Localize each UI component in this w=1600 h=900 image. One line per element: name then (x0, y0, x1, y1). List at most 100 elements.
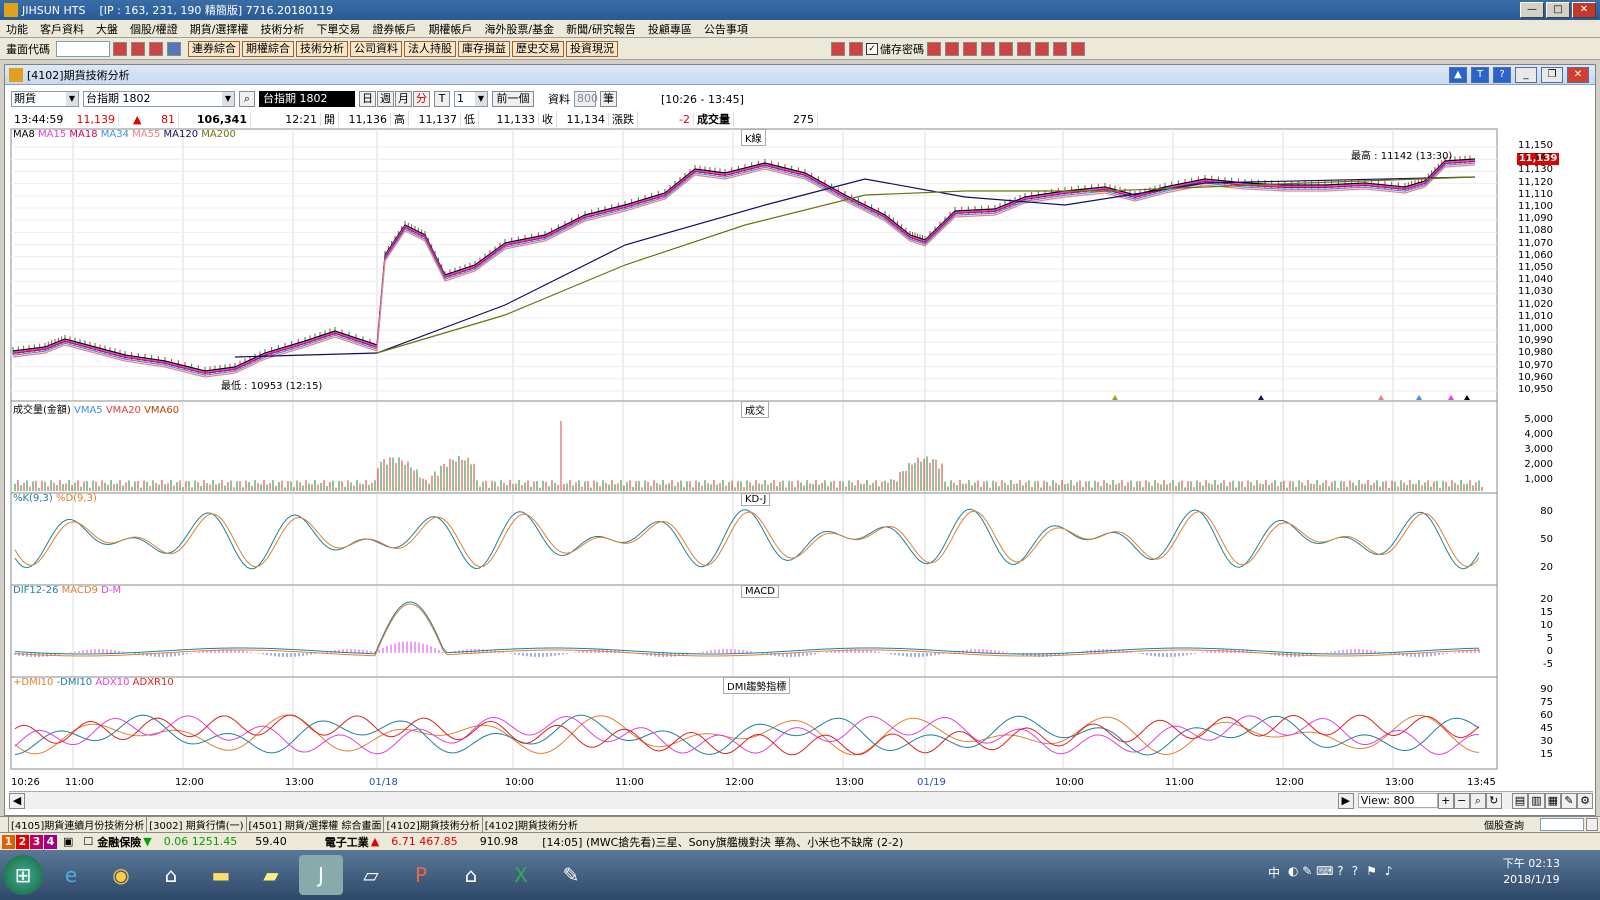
toolbar-button-0[interactable]: 連券綜合 (188, 40, 240, 57)
stock-query-input[interactable] (1540, 818, 1584, 831)
period-button-1[interactable]: 週 (377, 91, 394, 107)
window-tab-2[interactable]: [4501] 期貨/選擇權 綜合畫面 (245, 817, 384, 832)
interval-select[interactable]: 1 ▼ (454, 91, 488, 107)
search-icon[interactable]: ⌕ (239, 91, 255, 107)
tool-icon-1[interactable] (113, 41, 127, 56)
help-icon[interactable]: ? (1493, 67, 1511, 83)
text-icon[interactable]: T (1471, 67, 1489, 83)
menu-item-4[interactable]: 期貨/選擇權 (184, 21, 255, 37)
doc-minimize-button[interactable]: _ (1515, 67, 1537, 83)
menu-item-7[interactable]: 證券帳戶 (366, 21, 422, 37)
settings-icon[interactable]: ⚙ (1577, 792, 1593, 809)
volume-icon[interactable]: ♪ (1385, 864, 1393, 881)
stock-query-button[interactable] (1586, 818, 1598, 831)
window-tab-1[interactable]: [3002] 期貨行情(一) (146, 817, 245, 832)
toolbar-button-7[interactable]: 投資現況 (566, 40, 618, 57)
window-icon-2[interactable]: ▦ (1544, 792, 1561, 809)
horizontal-scrollbar[interactable]: ◀ ▶ View: 800 + − ⌕ ↻ ▤ ▥ ▦ ✎ ⚙ (9, 791, 1593, 809)
toolbar-button-3[interactable]: 公司資料 (350, 40, 402, 57)
tool-icon-c[interactable] (981, 42, 995, 56)
toolbar-button-2[interactable]: 技術分析 (296, 40, 348, 57)
doc-restore-button[interactable]: ❐ (1541, 67, 1563, 83)
data-unit-button[interactable]: 筆 (600, 91, 617, 107)
tool-icon-e[interactable] (1017, 42, 1031, 56)
close-button[interactable]: ✕ (1572, 2, 1596, 18)
window-tab-0[interactable]: [4105]期貨連續月份技術分析 (8, 817, 146, 832)
tool-icon-a[interactable] (945, 42, 959, 56)
tick-button[interactable]: T (434, 91, 450, 107)
tool-icon-4[interactable] (167, 41, 181, 56)
start-button-icon[interactable]: ⊞ (3, 855, 43, 895)
maximize-button[interactable]: □ (1546, 2, 1570, 18)
ime-label[interactable]: 中 (1268, 864, 1280, 881)
ie-icon[interactable]: e (49, 855, 93, 895)
toolbar-button-1[interactable]: 期權綜合 (242, 40, 294, 57)
ticker-news[interactable]: [14:05] (MWC搶先看)三星、Sony旗艦機對決 華為、小米也不缺席 (… (542, 834, 903, 850)
menu-item-5[interactable]: 技術分析 (254, 21, 310, 37)
add-icon-2[interactable] (849, 42, 863, 56)
chart-canvas[interactable] (5, 125, 1595, 785)
window-tab-3[interactable]: [4102]期貨技術分析 (383, 817, 481, 832)
menu-item-10[interactable]: 新聞/研究報告 (560, 21, 642, 37)
folder-icon[interactable]: ▬ (199, 855, 243, 895)
notes-icon[interactable]: ▰ (249, 855, 293, 895)
data-count-input[interactable]: 800 (574, 91, 598, 107)
indicator-icon[interactable]: ▤ (1511, 792, 1529, 809)
menu-item-1[interactable]: 客戶資料 (34, 21, 90, 37)
layout-icon[interactable]: ▥ (1528, 792, 1545, 809)
tool-icon-f[interactable] (1035, 42, 1049, 56)
tool-icon-2[interactable] (131, 41, 145, 56)
clock[interactable]: 下午 02:13 2018/1/19 (1503, 856, 1560, 888)
ticker-page-1[interactable]: 2 (16, 834, 29, 849)
refresh-icon[interactable]: ↻ (1485, 792, 1502, 809)
help-circle-icon[interactable]: ? (1352, 864, 1358, 881)
screen-code-input[interactable] (56, 40, 110, 57)
excel-icon[interactable]: X (499, 855, 543, 895)
menu-item-9[interactable]: 海外股票/基金 (478, 21, 560, 37)
menu-item-8[interactable]: 期權帳戶 (422, 21, 478, 37)
prev-button[interactable]: 前一個 (492, 91, 534, 107)
add-icon[interactable] (831, 42, 845, 56)
toolbar-button-4[interactable]: 法人持股 (404, 40, 456, 57)
menu-item-6[interactable]: 下單交易 (310, 21, 366, 37)
toolbar-button-5[interactable]: 庫存損益 (458, 40, 510, 57)
period-button-2[interactable]: 月 (395, 91, 412, 107)
period-button-3[interactable]: 分 (413, 91, 430, 107)
minimize-button[interactable]: — (1520, 2, 1544, 18)
ticker-checkbox[interactable]: ☐ (83, 835, 93, 848)
paint-icon[interactable]: ✎ (549, 855, 593, 895)
save-password-checkbox[interactable]: ✓ (866, 43, 878, 55)
zoom-out-icon[interactable]: − (1453, 792, 1470, 809)
menu-item-2[interactable]: 大盤 (90, 21, 124, 37)
zoom-in-icon[interactable]: + (1437, 792, 1454, 809)
ticker-page-2[interactable]: 3 (30, 834, 43, 849)
chrome-icon[interactable]: ◉ (99, 855, 143, 895)
ticker-page-3[interactable]: 4 (44, 834, 57, 849)
tool-icon-3[interactable] (149, 41, 163, 56)
home-app-icon[interactable]: ⌂ (149, 855, 193, 895)
notebook-icon[interactable]: ▱ (349, 855, 393, 895)
flag-icon[interactable]: ⚑ (1366, 864, 1377, 881)
menu-item-12[interactable]: 公告事項 (698, 21, 754, 37)
ticker-page-0[interactable]: 1 (2, 834, 15, 849)
tray-icons[interactable]: ◐ ✎ ⌨ ? (1288, 864, 1344, 881)
menu-item-11[interactable]: 投顧專區 (642, 21, 698, 37)
jihsun-app-icon[interactable]: J (299, 855, 343, 895)
powerpoint-icon[interactable]: P (399, 855, 443, 895)
menu-item-3[interactable]: 個股/權證 (124, 21, 184, 37)
edit-icon[interactable] (927, 42, 941, 56)
up-arrow-icon[interactable]: ▲ (1449, 67, 1467, 83)
tool-icon-d[interactable] (999, 42, 1013, 56)
contract-select[interactable]: 台指期 1802 ▼ (83, 91, 235, 107)
doc-close-button[interactable]: ✕ (1567, 67, 1589, 83)
scroll-right-icon[interactable]: ▶ (1337, 792, 1354, 809)
tool-icon-g[interactable] (1053, 42, 1067, 56)
window-tab-4[interactable]: [4102]期貨技術分析 (481, 817, 580, 832)
pen-icon[interactable]: ✎ (1561, 792, 1577, 809)
tool-icon-h[interactable] (1071, 42, 1085, 56)
toolbar-button-6[interactable]: 歷史交易 (512, 40, 564, 57)
scroll-left-icon[interactable]: ◀ (9, 792, 25, 809)
tool-icon-b[interactable] (963, 42, 977, 56)
product-type-select[interactable]: 期貨 ▼ (11, 91, 79, 107)
period-button-0[interactable]: 日 (359, 91, 376, 107)
